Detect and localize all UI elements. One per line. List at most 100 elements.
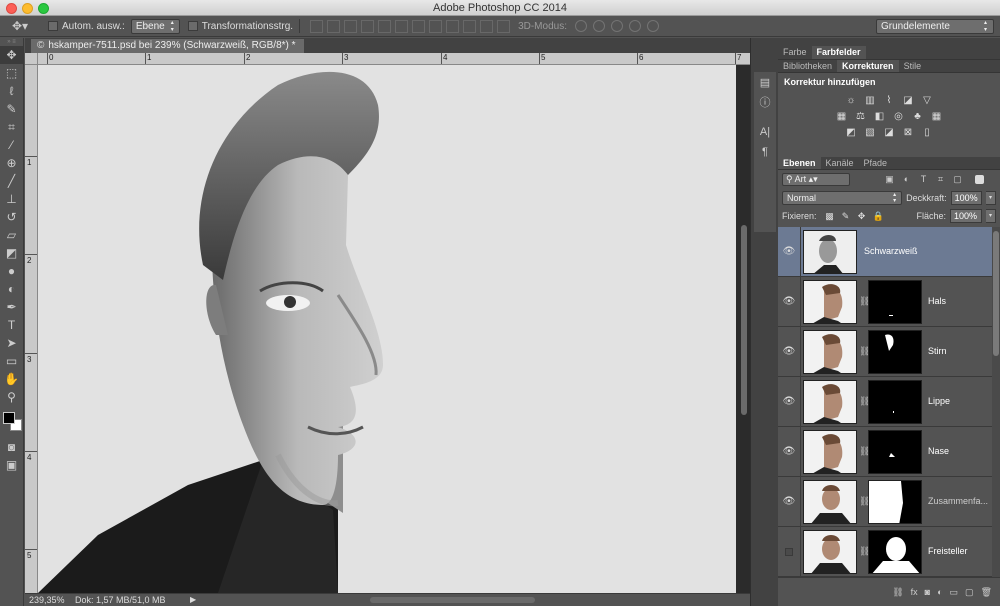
- tab-kanaele[interactable]: Kanäle: [821, 157, 859, 169]
- layers-scroll-thumb[interactable]: [993, 231, 999, 356]
- hand-tool-icon[interactable]: ✋: [0, 370, 23, 388]
- layer-name[interactable]: Stirn: [928, 346, 947, 356]
- close-document-icon[interactable]: ©: [37, 40, 44, 51]
- pixel-filter-icon[interactable]: ▣: [884, 174, 895, 185]
- drag-3d-icon[interactable]: [610, 20, 623, 32]
- layer-name[interactable]: Freisteller: [928, 546, 968, 556]
- paint-bucket-tool-icon[interactable]: ◩: [0, 244, 23, 262]
- move-tool-icon[interactable]: ✥: [0, 46, 23, 64]
- visibility-toggle-off[interactable]: [785, 548, 793, 556]
- path-selection-tool-icon[interactable]: ➤: [0, 334, 23, 352]
- align-hcenter-icon[interactable]: [378, 19, 392, 33]
- tab-bibliotheken[interactable]: Bibliotheken: [778, 60, 837, 72]
- zoom-level[interactable]: 239,35%: [29, 594, 65, 606]
- visibility-eye-icon[interactable]: 👁: [782, 496, 796, 508]
- layer-mask-thumbnail[interactable]: [868, 530, 922, 574]
- add-mask-icon[interactable]: ◙: [925, 587, 930, 597]
- tab-ebenen[interactable]: Ebenen: [778, 157, 821, 169]
- opacity-field[interactable]: 100%: [950, 191, 983, 205]
- align-vcenter-icon[interactable]: [327, 19, 341, 33]
- shape-filter-icon[interactable]: ⌗: [935, 174, 946, 185]
- vertical-scroll-thumb[interactable]: [741, 225, 747, 415]
- layer-mask-thumbnail[interactable]: [868, 330, 922, 374]
- distribute-left-icon[interactable]: [463, 19, 477, 33]
- curves-icon[interactable]: ⌇: [883, 94, 896, 107]
- layer-style-icon[interactable]: fx: [911, 587, 918, 597]
- character-panel-icon[interactable]: A|: [754, 122, 776, 142]
- channel-mixer-icon[interactable]: ♣: [911, 110, 924, 123]
- dodge-tool-icon[interactable]: ◐: [0, 280, 23, 298]
- tab-farbfelder[interactable]: Farbfelder: [811, 46, 866, 59]
- layer-row[interactable]: 👁 ⛓ Lippe: [778, 377, 992, 427]
- zoom-tool-icon[interactable]: ⚲: [0, 388, 23, 406]
- blend-mode-dropdown[interactable]: Normal: [782, 191, 903, 205]
- close-window-button[interactable]: [6, 3, 17, 14]
- lock-position-icon[interactable]: ✥: [857, 211, 867, 221]
- layer-row[interactable]: 👁 Schwarzweiß: [778, 227, 992, 277]
- visibility-eye-icon[interactable]: 👁: [782, 446, 796, 458]
- delete-layer-icon[interactable]: 🗑: [981, 587, 992, 598]
- new-layer-icon[interactable]: ▢: [965, 587, 974, 598]
- eyedropper-tool-icon[interactable]: ⁄: [0, 136, 23, 154]
- quick-mask-icon[interactable]: ◙: [0, 438, 23, 456]
- opacity-arrow-icon[interactable]: ▾: [986, 191, 996, 205]
- horizontal-scroll-thumb[interactable]: [370, 597, 535, 603]
- visibility-eye-icon[interactable]: 👁: [782, 246, 796, 258]
- tab-farbe[interactable]: Farbe: [778, 46, 812, 59]
- posterize-icon[interactable]: ▧: [864, 126, 877, 139]
- color-balance-icon[interactable]: ⚖: [854, 110, 867, 123]
- layer-name[interactable]: Hals: [928, 296, 946, 306]
- align-left-icon[interactable]: [361, 19, 375, 33]
- layer-row[interactable]: 👁 ⛓ Hals: [778, 277, 992, 327]
- blur-tool-icon[interactable]: ●: [0, 262, 23, 280]
- align-bottom-icon[interactable]: [344, 19, 358, 33]
- type-filter-icon[interactable]: T: [918, 174, 929, 185]
- layer-row[interactable]: 👁 ⛓ Zusammenfa...: [778, 477, 992, 527]
- threshold-icon[interactable]: ◪: [883, 126, 896, 139]
- layer-thumbnail[interactable]: [803, 330, 857, 374]
- black-white-icon[interactable]: ◧: [873, 110, 886, 123]
- layer-name[interactable]: Schwarzweiß: [864, 246, 918, 256]
- horizontal-ruler[interactable]: 0 1 2 3 4 5 6 7: [38, 53, 750, 65]
- exposure-icon[interactable]: ◪: [902, 94, 915, 107]
- layer-thumbnail[interactable]: [803, 230, 857, 274]
- new-adjustment-icon[interactable]: ◐: [937, 587, 942, 597]
- eraser-tool-icon[interactable]: ▱: [0, 226, 23, 244]
- layer-list[interactable]: 👁 Schwarzweiß 👁 ⛓ Hals 👁 ⛓ Stirn 👁 ⛓ Lip…: [778, 227, 992, 577]
- vibrance-icon[interactable]: ▽: [921, 94, 934, 107]
- document-tab[interactable]: © hskamper-7511.psd bei 239% (Schwarzweiß…: [31, 39, 304, 53]
- fill-arrow-icon[interactable]: ▾: [986, 209, 996, 223]
- histogram-panel-icon[interactable]: ▤: [754, 72, 776, 92]
- history-brush-tool-icon[interactable]: ↺: [0, 208, 23, 226]
- zoom-window-button[interactable]: [38, 3, 49, 14]
- layer-mask-thumbnail[interactable]: [868, 480, 922, 524]
- auto-select-dropdown[interactable]: Ebene: [130, 18, 180, 34]
- layer-row[interactable]: 👁 ⛓ Nase: [778, 427, 992, 477]
- canvas-area[interactable]: [38, 65, 750, 593]
- rotate-3d-icon[interactable]: [574, 20, 587, 32]
- auto-select-checkbox[interactable]: [48, 21, 58, 31]
- marquee-tool-icon[interactable]: ⬚: [0, 64, 23, 82]
- paragraph-panel-icon[interactable]: ¶: [754, 142, 776, 162]
- fill-field[interactable]: 100%: [950, 209, 982, 223]
- distribute-vcenter-icon[interactable]: [429, 19, 443, 33]
- document-canvas[interactable]: [38, 65, 736, 593]
- brush-tool-icon[interactable]: ╱: [0, 172, 23, 190]
- layer-thumbnail[interactable]: [803, 280, 857, 324]
- invert-icon[interactable]: ◩: [845, 126, 858, 139]
- slide-3d-icon[interactable]: [628, 20, 641, 32]
- layer-name[interactable]: Zusammenfa...: [928, 496, 988, 506]
- tab-korrekturen[interactable]: Korrekturen: [837, 60, 899, 72]
- distribute-bottom-icon[interactable]: [446, 19, 460, 33]
- lock-all-icon[interactable]: 🔒: [873, 211, 884, 221]
- lock-transparent-icon[interactable]: ▩: [825, 211, 835, 221]
- type-tool-icon[interactable]: T: [0, 316, 23, 334]
- layer-thumbnail[interactable]: [803, 430, 857, 474]
- quick-select-tool-icon[interactable]: ✎: [0, 100, 23, 118]
- tab-pfade[interactable]: Pfade: [859, 157, 893, 169]
- new-group-icon[interactable]: ▭: [950, 587, 959, 598]
- layer-row[interactable]: ⛓ Freisteller: [778, 527, 992, 577]
- rectangle-tool-icon[interactable]: ▭: [0, 352, 23, 370]
- hue-saturation-icon[interactable]: ▦: [835, 110, 848, 123]
- clone-stamp-tool-icon[interactable]: ⊥: [0, 190, 23, 208]
